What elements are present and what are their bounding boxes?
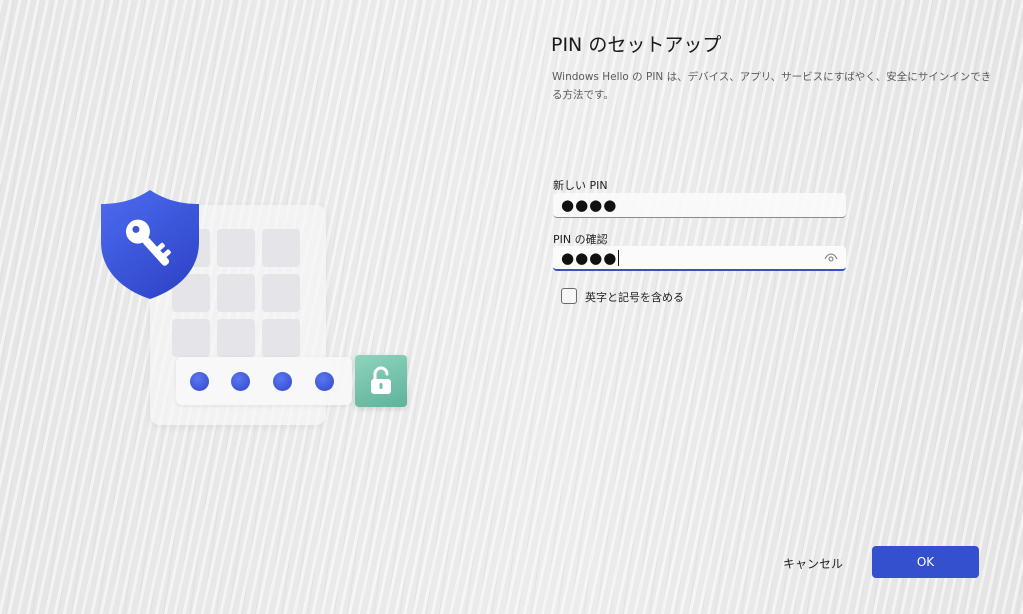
unlock-icon — [371, 366, 391, 394]
new-pin-value: ●●●● — [561, 196, 618, 214]
keypad-key — [217, 274, 255, 312]
keypad-key — [262, 274, 300, 312]
keypad-key — [217, 319, 255, 357]
keypad-key — [262, 229, 300, 267]
keypad-key — [262, 319, 300, 357]
keypad-key — [172, 319, 210, 357]
confirm-pin-value: ●●●● — [561, 249, 618, 267]
eye-icon[interactable] — [824, 252, 838, 264]
shield-key-icon — [101, 190, 199, 299]
pin-dot — [315, 372, 334, 391]
text-caret — [618, 250, 620, 266]
keypad-key — [217, 229, 255, 267]
confirm-pin-label: PIN の確認 — [553, 233, 608, 246]
cancel-button[interactable]: キャンセル — [768, 547, 858, 579]
page-description: Windows Hello の PIN は、デバイス、アプリ、サービスにすばやく… — [552, 71, 992, 101]
include-letters-checkbox[interactable] — [561, 288, 577, 304]
page-title: PIN のセットアップ — [551, 34, 722, 56]
new-pin-label: 新しい PIN — [553, 179, 608, 192]
ok-button[interactable]: OK — [872, 546, 979, 578]
new-pin-input[interactable]: ●●●● — [553, 193, 846, 218]
pin-dot — [273, 372, 292, 391]
include-letters-label: 英字と記号を含める — [585, 291, 684, 304]
pin-dot — [190, 372, 209, 391]
pin-illustration — [90, 185, 420, 435]
pin-dot — [231, 372, 250, 391]
confirm-pin-input[interactable]: ●●●● — [553, 246, 846, 271]
unlock-tile — [355, 355, 407, 407]
